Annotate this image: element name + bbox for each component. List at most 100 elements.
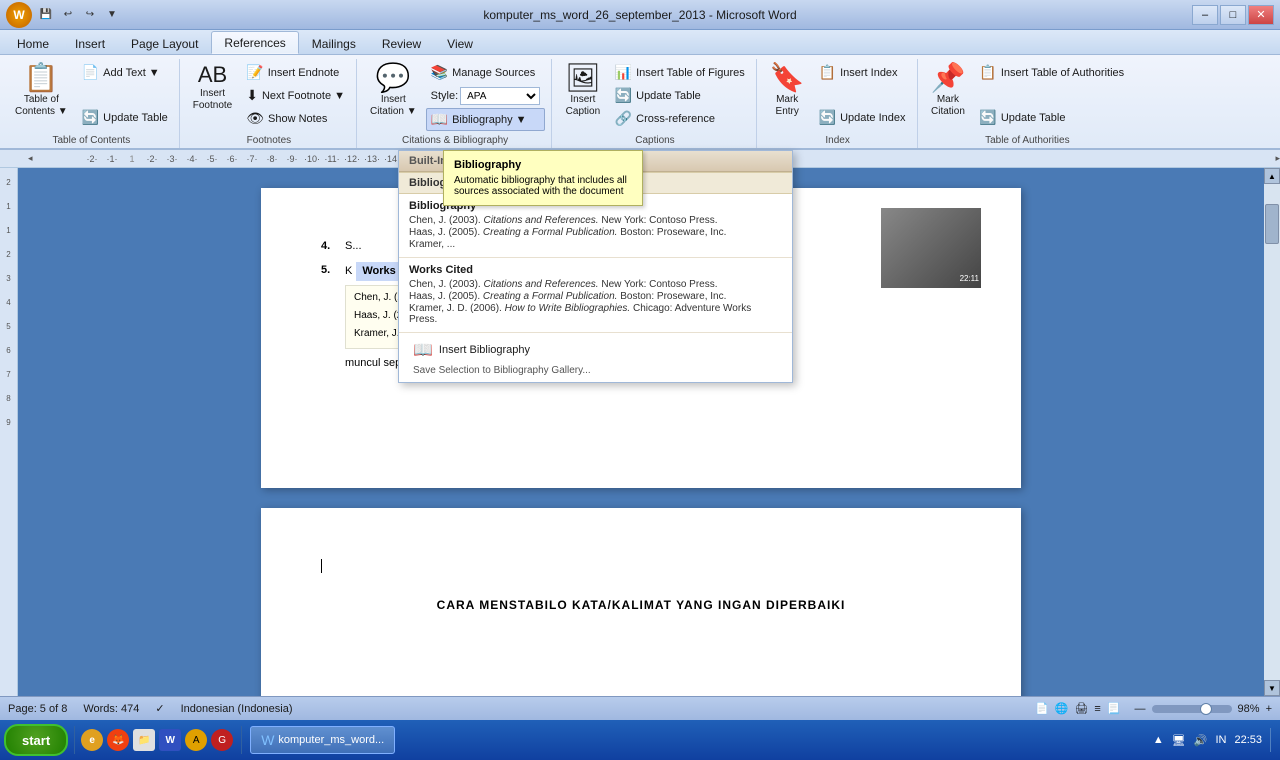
group-toa: 📌 MarkCitation 📋 Insert Table of Authori… — [920, 59, 1136, 148]
update-table-button[interactable]: 🔄 Update Table — [77, 106, 173, 129]
title-bar-left: W 💾 ↩ ↪ ▼ — [6, 2, 122, 28]
redo-btn[interactable]: ↪ — [80, 5, 100, 25]
tab-insert[interactable]: Insert — [62, 32, 118, 54]
mark-entry-button[interactable]: 🔖 MarkEntry — [765, 61, 810, 129]
toc-small-buttons: 📄 Add Text ▼ 🔄 Update Table — [77, 61, 173, 129]
network-icon[interactable]: 🖥 — [1172, 734, 1186, 747]
page2-title: CARA MENSTABILO KATA/KALIMAT YANG INGAN … — [321, 596, 961, 615]
view-draft-icon[interactable]: 📃 — [1107, 702, 1121, 715]
ribbon-container: 📋 Table ofContents ▼ 📄 Add Text ▼ 🔄 Upda… — [0, 55, 1280, 150]
scroll-up-btn[interactable]: ▲ — [1264, 168, 1280, 184]
update-table-cap-button[interactable]: 🔄 Update Table — [610, 84, 750, 107]
show-desktop[interactable] — [1270, 728, 1276, 752]
save-to-gallery-btn[interactable]: Save Selection to Bibliography Gallery..… — [409, 363, 782, 378]
next-footnote-button[interactable]: ⬇ Next Footnote ▼ — [241, 84, 350, 107]
tab-mailings[interactable]: Mailings — [299, 32, 369, 54]
insert-table-figures-button[interactable]: 📊 Insert Table of Figures — [610, 61, 750, 84]
bibliography-button[interactable]: 📖 Bibliography ▼ — [426, 108, 546, 131]
scroll-track[interactable] — [1264, 184, 1280, 680]
show-notes-button[interactable]: 👁 Show Notes — [241, 107, 350, 130]
insert-caption-button[interactable]: 🖼 InsertCaption — [560, 61, 606, 129]
minimize-btn[interactable]: – — [1192, 5, 1218, 25]
view-outline-icon[interactable]: ≡ — [1094, 703, 1100, 715]
tooltip-description: Automatic bibliography that includes all… — [454, 175, 632, 197]
insert-citation-button[interactable]: 💬 InsertCitation ▼ — [365, 61, 422, 129]
insert-bib-label: Insert Bibliography — [439, 344, 530, 356]
view-print-icon[interactable]: 🖨 — [1074, 702, 1088, 715]
word-icon[interactable]: W — [159, 729, 181, 751]
tab-home[interactable]: Home — [4, 32, 62, 54]
group-captions: 🖼 InsertCaption 📊 Insert Table of Figure… — [554, 59, 757, 148]
citations-group-label: Citations & Bibliography — [359, 135, 551, 146]
ie-icon[interactable]: e — [81, 729, 103, 751]
taskbar-divider2 — [241, 726, 242, 754]
zoom-thumb[interactable] — [1200, 703, 1212, 715]
cross-reference-button[interactable]: 🔗 Cross-reference — [610, 107, 750, 130]
index-group-label: Index — [759, 135, 917, 146]
insert-index-button[interactable]: 📋 Insert Index — [814, 61, 911, 84]
zoom-slider[interactable] — [1152, 705, 1232, 713]
insert-endnote-button[interactable]: 📝 Insert Endnote — [241, 61, 350, 84]
maximize-btn[interactable]: □ — [1220, 5, 1246, 25]
insert-footnote-button[interactable]: AB InsertFootnote — [188, 61, 237, 129]
captions-group-label: Captions — [554, 135, 756, 146]
start-label: start — [22, 733, 50, 748]
zoom-in-icon[interactable]: + — [1266, 703, 1272, 715]
toc-button[interactable]: 📋 Table ofContents ▼ — [10, 61, 73, 129]
save-btn[interactable]: 💾 — [36, 5, 56, 25]
quick-access-toolbar: 💾 ↩ ↪ ▼ — [36, 5, 122, 25]
update-toa-button[interactable]: 🔄 Update Table — [974, 106, 1129, 129]
avast-icon[interactable]: A — [185, 729, 207, 751]
index-small-buttons: 📋 Insert Index 🔄 Update Index — [814, 61, 911, 129]
bib-ref-3: Kramer, ... — [409, 239, 782, 250]
view-web-icon[interactable]: 🌐 — [1055, 702, 1069, 715]
window-title: komputer_ms_word_26_september_2013 - Mic… — [483, 8, 796, 22]
tooltip-title: Bibliography — [454, 159, 632, 171]
scroll-thumb[interactable] — [1265, 204, 1279, 244]
chrome-icon[interactable]: G — [211, 729, 233, 751]
taskbar-word-label: komputer_ms_word... — [278, 734, 384, 746]
taskbar-word-item[interactable]: W komputer_ms_word... — [250, 726, 395, 754]
systray-arrow[interactable]: ▲ — [1153, 734, 1164, 746]
style-dropdown[interactable]: APA MLA Chicago — [460, 87, 540, 105]
language-tray[interactable]: IN — [1215, 734, 1226, 746]
group-toc: 📋 Table ofContents ▼ 📄 Add Text ▼ 🔄 Upda… — [4, 59, 180, 148]
update-index-button[interactable]: 🔄 Update Index — [814, 106, 911, 129]
page-info: Page: 5 of 8 — [8, 703, 67, 715]
dropdown-arrow[interactable]: ▼ — [102, 5, 122, 25]
folder-icon[interactable]: 📁 — [133, 729, 155, 751]
window-controls: – □ ✕ — [1192, 5, 1274, 25]
mark-citation-button[interactable]: 📌 MarkCitation — [926, 61, 971, 129]
add-text-button[interactable]: 📄 Add Text ▼ — [77, 61, 173, 84]
status-left: Page: 5 of 8 Words: 474 ✓ Indonesian (In… — [8, 702, 293, 715]
close-btn[interactable]: ✕ — [1248, 5, 1274, 25]
manage-sources-button[interactable]: 📚 Manage Sources — [426, 61, 546, 84]
tab-review[interactable]: Review — [369, 32, 434, 54]
start-button[interactable]: start — [4, 724, 68, 756]
tab-references[interactable]: References — [211, 31, 298, 54]
volume-icon[interactable]: 🔊 — [1194, 734, 1208, 747]
toa-small-buttons: 📋 Insert Table of Authorities 🔄 Update T… — [974, 61, 1129, 129]
footnotes-group-label: Footnotes — [182, 135, 356, 146]
view-normal-icon[interactable]: 📄 — [1035, 702, 1049, 715]
document-page-2[interactable]: CARA MENSTABILO KATA/KALIMAT YANG INGAN … — [261, 508, 1021, 696]
mark-citation-icon: 📌 — [931, 64, 966, 92]
word-count: Words: 474 — [83, 703, 139, 715]
wc-ref-3: Kramer, J. D. (2006). How to Write Bibli… — [409, 303, 782, 325]
tab-pagelayout[interactable]: Page Layout — [118, 32, 211, 54]
office-button[interactable]: W — [6, 2, 32, 28]
style-selector[interactable]: Style: APA MLA Chicago — [426, 84, 546, 108]
taskbar-word-icon: W — [261, 732, 274, 748]
bib-ref-1: Chen, J. (2003). Citations and Reference… — [409, 215, 782, 226]
wc-ref-1: Chen, J. (2003). Citations and Reference… — [409, 279, 782, 290]
works-cited-item[interactable]: Works Cited Chen, J. (2003). Citations a… — [399, 258, 792, 333]
insert-toa-button[interactable]: 📋 Insert Table of Authorities — [974, 61, 1129, 84]
toc-group-label: Table of Contents — [4, 135, 179, 146]
undo-btn[interactable]: ↩ — [58, 5, 78, 25]
tab-view[interactable]: View — [434, 32, 486, 54]
firefox-icon[interactable]: 🦊 — [107, 729, 129, 751]
caption-icon: 🖼 — [565, 64, 601, 92]
works-cited-title: Works Cited — [409, 264, 782, 276]
insert-bibliography-btn[interactable]: 📖 Insert Bibliography — [409, 337, 782, 363]
scroll-down-btn[interactable]: ▼ — [1264, 680, 1280, 696]
